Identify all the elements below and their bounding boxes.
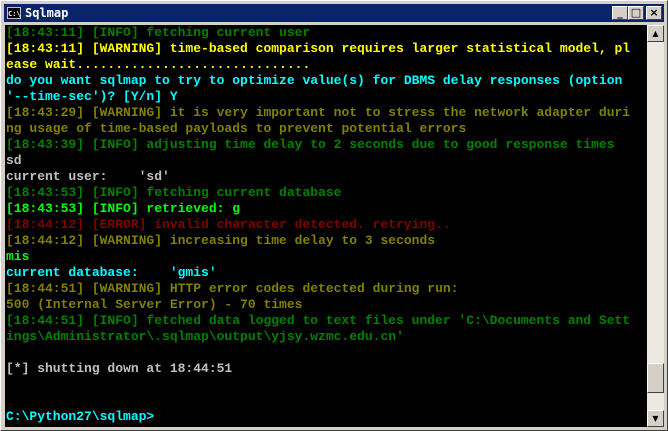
- scroll-up-button[interactable]: ▲: [647, 25, 664, 42]
- console-line: [18:43:53] [INFO] retrieved: g: [6, 201, 241, 216]
- console-line: [18:43:53] [INFO] fetching current datab…: [6, 185, 342, 200]
- console-line: current user: 'sd': [6, 169, 170, 184]
- console-line: ng usage of time-based payloads to preve…: [6, 121, 467, 136]
- close-button[interactable]: ×: [646, 6, 662, 20]
- console-line: current database: 'gmis': [6, 265, 217, 280]
- console-line: 500 (Internal Server Error) - 70 times: [6, 297, 303, 312]
- command-prompt[interactable]: C:\Python27\sqlmap>: [5, 409, 647, 425]
- console-line: [18:44:51] [WARNING] HTTP error codes de…: [6, 281, 459, 296]
- console-line: [18:44:12] [WARNING] increasing time del…: [6, 233, 436, 248]
- vertical-scrollbar[interactable]: ▲ ▼: [647, 25, 664, 427]
- console-output[interactable]: [18:43:11] [INFO] fetching current user[…: [5, 25, 647, 427]
- console-line: [18:43:29] [WARNING] it is very importan…: [6, 105, 631, 120]
- scroll-down-button[interactable]: ▼: [647, 410, 664, 427]
- console-line: [18:44:12] [ERROR] invalid character det…: [6, 217, 451, 232]
- console-line: ease wait..............................: [6, 57, 311, 72]
- scroll-thumb[interactable]: [647, 363, 664, 394]
- minimize-button[interactable]: _: [612, 6, 628, 20]
- console-line: [18:43:39] [INFO] adjusting time delay t…: [6, 137, 615, 152]
- console-line: ings\Administrator\.sqlmap\output\yjsy.w…: [6, 329, 404, 344]
- console-line: '--time-sec')? [Y/n] Y: [6, 89, 178, 104]
- window-title: Sqlmap: [25, 6, 69, 20]
- maximize-button[interactable]: □: [628, 6, 644, 20]
- title-bar[interactable]: C:\ Sqlmap _ □ ×: [4, 4, 664, 22]
- console-line: sd: [6, 153, 22, 168]
- cmd-icon: C:\: [7, 7, 21, 19]
- console-line: [*] shutting down at 18:44:51: [6, 361, 233, 376]
- console-line: do you want sqlmap to try to optimize va…: [6, 73, 623, 88]
- console-line: [18:43:11] [INFO] fetching current user: [6, 25, 311, 40]
- console-line: mis: [6, 249, 30, 264]
- console-line: [18:44:51] [INFO] fetched data logged to…: [6, 313, 631, 328]
- console-line: [18:43:11] [WARNING] time-based comparis…: [6, 41, 631, 56]
- console-window: C:\ Sqlmap _ □ × [18:43:11] [INFO] fetch…: [0, 0, 668, 431]
